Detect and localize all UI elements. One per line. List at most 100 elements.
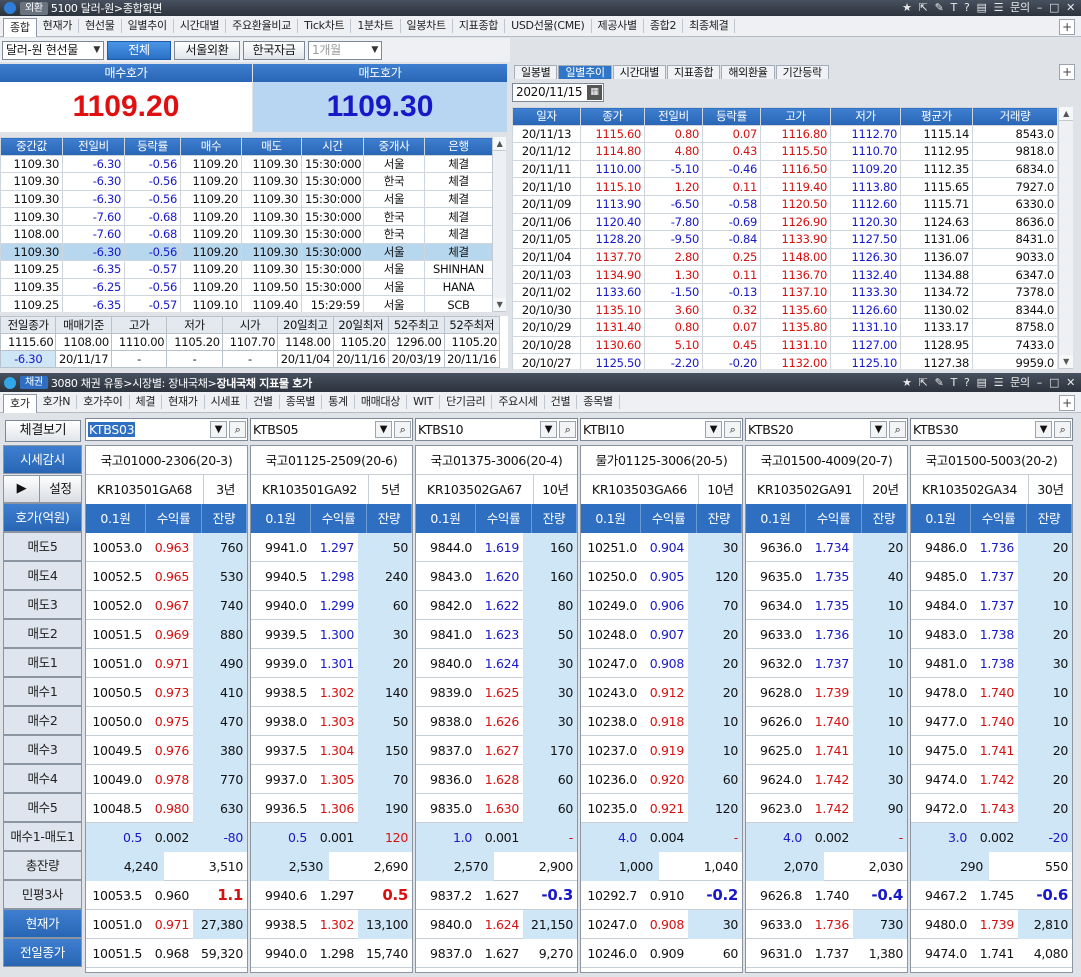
chevron-down-icon[interactable]: ▼ [870,421,887,438]
window-control-4[interactable]: ? [964,0,970,16]
tab-1[interactable]: 현재가 [37,19,80,33]
period-select[interactable]: 1개월 ▼ [308,40,382,60]
bond-code-input[interactable]: KTBS05 ▼ ⌕ [250,418,413,441]
search-icon[interactable]: ⌕ [394,421,411,438]
settings-button[interactable]: 설정 [40,476,81,502]
table-row[interactable]: 1108.00 -7.60 -0.68 1109.20 1109.30 15:30:000… [0,224,492,244]
window-control-9[interactable]: □ [1049,0,1059,16]
window-control-4[interactable]: ? [964,373,970,392]
daily-tab-2[interactable]: 시간대별 [612,65,667,79]
daily-tab-3[interactable]: 지표종합 [667,65,721,79]
table-row[interactable]: 20/10/27 1125.50 -2.20 -0.20 1132.00 1125.10 1… [512,353,1057,369]
tab-6[interactable]: Tick차트 [298,19,352,33]
table-row[interactable]: 20/11/12 1114.80 4.80 0.43 1115.50 1110.70 111… [512,142,1057,161]
daily-scrollbar[interactable]: ▲ ▼ [1058,107,1073,369]
bond-code-input[interactable]: KTBS30 ▼ ⌕ [910,418,1073,441]
tab-7[interactable]: 1분차트 [351,19,401,33]
table-row[interactable]: 1109.35 -6.25 -0.56 1109.20 1109.50 15:30:000… [0,277,492,297]
tab-13[interactable]: 최종체결 [683,19,736,33]
table-row[interactable]: 20/10/30 1135.10 3.60 0.32 1135.60 1126.60 113… [512,300,1057,320]
daily-tab-0[interactable]: 일봉별 [514,65,558,79]
window-control-7[interactable]: 문의 [1010,373,1030,392]
window-control-3[interactable]: T [951,0,958,16]
table-row[interactable]: 20/11/03 1134.90 1.30 0.11 1136.70 1132.40 113… [512,265,1057,284]
table-row[interactable]: 20/11/04 1137.70 2.80 0.25 1148.00 1126.30 113… [512,247,1057,267]
bond-tab-3[interactable]: 체결 [130,395,163,409]
bond-tab-7[interactable]: 종목별 [280,395,323,409]
table-row[interactable]: 20/11/05 1128.20 -9.50 -0.84 1133.90 1127.50 1… [512,230,1057,249]
table-row[interactable]: 1109.30 -6.30 -0.56 1109.20 1109.30 15:30:000… [0,154,492,174]
chevron-down-icon[interactable]: ▼ [540,421,557,438]
chevron-down-icon[interactable]: ▼ [210,421,227,438]
window-control-3[interactable]: T [951,373,958,392]
window-control-9[interactable]: □ [1049,373,1059,392]
chevron-down-icon[interactable]: ▼ [375,421,392,438]
window-control-5[interactable]: ▤ [976,0,986,16]
tab-3[interactable]: 일별추이 [122,19,174,33]
window-control-8[interactable]: – [1037,373,1043,392]
table-row[interactable]: 20/10/28 1130.60 5.10 0.45 1131.10 1127.00 112… [512,335,1057,355]
tab-10[interactable]: USD선물(CME) [505,19,592,33]
bond-tab-13[interactable]: 건별 [545,395,578,409]
table-row[interactable]: 20/11/09 1113.90 -6.50 -0.58 1120.50 1112.60 1… [512,194,1057,214]
filter-korea-button[interactable]: 한국자금 [243,40,305,60]
bond-tab-9[interactable]: 매매대상 [355,395,408,409]
tab-9[interactable]: 지표종합 [453,19,506,33]
bond-tab-2[interactable]: 호가추이 [77,395,130,409]
table-row[interactable]: 1109.30 -7.60 -0.68 1109.20 1109.30 15:30:000… [0,207,492,226]
window-control-1[interactable]: ⇱ [919,0,928,16]
search-icon[interactable]: ⌕ [889,421,906,438]
instrument-select[interactable]: 달러-원 현선물 ▼ [2,40,104,60]
search-icon[interactable]: ⌕ [229,421,246,438]
chevron-down-icon[interactable]: ▼ [1035,421,1052,438]
tab-12[interactable]: 종합2 [644,19,684,33]
window-control-0[interactable]: ★ [902,0,912,16]
bond-tab-10[interactable]: WIT [407,395,441,409]
window-control-6[interactable]: ☰ [994,373,1004,392]
tab-2[interactable]: 현선물 [79,19,122,33]
add-tab-button[interactable]: + [1059,19,1075,35]
calendar-icon[interactable]: ▦ [587,85,602,100]
bond-code-input[interactable]: KTBS20 ▼ ⌕ [745,418,908,441]
table-row[interactable]: 1109.30 -6.30 -0.56 1109.20 1109.30 15:30:000… [0,242,492,262]
search-icon[interactable]: ⌕ [724,421,741,438]
scroll-up-icon[interactable]: ▲ [493,137,506,151]
filter-all-button[interactable]: 전체 [107,40,171,60]
window-control-5[interactable]: ▤ [976,373,986,392]
window-control-1[interactable]: ⇱ [919,373,928,392]
filter-seoul-button[interactable]: 서울외환 [174,40,240,60]
date-input[interactable]: 2020/11/15 ▦ [512,83,604,102]
table-row[interactable]: 1109.25 -6.35 -0.57 1109.20 1109.30 15:30:000… [0,260,492,279]
bond-tab-5[interactable]: 시세표 [205,395,248,409]
bond-tab-11[interactable]: 단기금리 [440,395,493,409]
chevron-down-icon[interactable]: ▼ [705,421,722,438]
bond-tab-0[interactable]: 호가 [3,394,37,413]
tick-scrollbar[interactable]: ▲ ▼ [492,137,506,312]
table-row[interactable]: 1109.30 -6.30 -0.56 1109.20 1109.30 15:30:000… [0,172,492,191]
window-control-7[interactable]: 문의 [1010,0,1030,16]
daily-tab-1[interactable]: 일별추이 [558,65,612,79]
window-control-2[interactable]: ✎ [935,0,944,16]
tab-5[interactable]: 주요환율비교 [226,19,299,33]
table-row[interactable]: 20/11/13 1115.60 0.80 0.07 1116.80 1112.70 111… [512,124,1057,144]
view-trades-button[interactable]: 체결보기 [5,420,81,442]
search-icon[interactable]: ⌕ [559,421,576,438]
bond-code-input[interactable]: KTBS10 ▼ ⌕ [415,418,578,441]
table-row[interactable]: 20/11/02 1133.60 -1.50 -0.13 1137.10 1133.30 1… [512,282,1057,302]
window-control-6[interactable]: ☰ [994,0,1004,16]
bond-tab-14[interactable]: 종목별 [577,395,620,409]
daily-tab-4[interactable]: 해외환율 [721,65,775,79]
table-row[interactable]: 20/11/10 1115.10 1.20 0.11 1119.40 1113.80 111… [512,177,1057,196]
tab-8[interactable]: 일봉차트 [401,19,453,33]
window-control-0[interactable]: ★ [902,373,912,392]
window-control-2[interactable]: ✎ [935,373,944,392]
table-row[interactable]: 20/11/11 1110.00 -5.10 -0.46 1116.50 1109.20 1… [512,159,1057,179]
tab-0[interactable]: 종합 [3,18,37,37]
table-row[interactable]: 1109.25 -6.35 -0.57 1109.10 1109.40 15:29:59 서… [0,295,492,312]
bond-tab-6[interactable]: 건별 [247,395,280,409]
search-icon[interactable]: ⌕ [1054,421,1071,438]
bond-tab-1[interactable]: 호가N [37,395,78,409]
window-control-8[interactable]: – [1037,0,1043,16]
scroll-up-icon[interactable]: ▲ [1059,107,1073,121]
window-control-10[interactable]: ✕ [1066,373,1075,392]
